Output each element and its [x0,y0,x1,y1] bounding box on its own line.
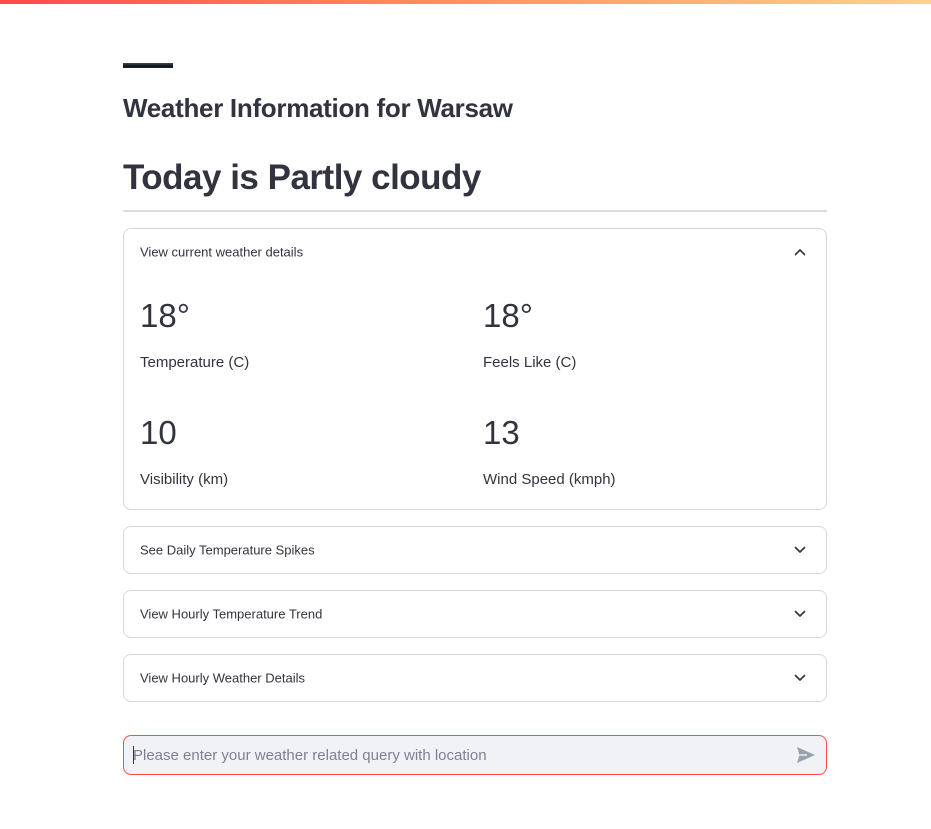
expander-header[interactable]: See Daily Temperature Spikes [124,527,826,573]
metric-value: 18° [483,297,533,334]
metric-label: Visibility (km) [140,471,229,488]
chevron-down-icon[interactable] [794,674,806,682]
metric-visibility: 10 Visibility (km) [140,416,228,488]
metric-label: Feels Like (C) [483,354,577,371]
expander-current-weather: View current weather details 18° Tempera… [123,228,827,510]
chat-input-container [123,735,827,775]
expander-hourly-weather-details[interactable]: View Hourly Weather Details [123,654,827,702]
page-subtitle: Weather Information for Warsaw [123,93,513,123]
send-button[interactable] [795,745,817,765]
expander-header[interactable]: View current weather details [124,229,826,275]
chevron-up-icon[interactable] [794,248,806,256]
logo-image [123,63,173,68]
metric-value: 10 [140,414,177,451]
page-title: Today is Partly cloudy [123,158,481,197]
metric-label: Wind Speed (kmph) [483,471,616,488]
metric-feels-like: 18° Feels Like (C) [483,299,576,371]
chevron-down-icon[interactable] [794,610,806,618]
top-accent-bar [0,0,931,4]
expander-label: See Daily Temperature Spikes [140,542,315,558]
title-divider [123,210,827,212]
expander-daily-temperature-spikes[interactable]: See Daily Temperature Spikes [123,526,827,574]
metric-wind-speed: 13 Wind Speed (kmph) [483,416,616,488]
metric-value: 13 [483,414,520,451]
expander-header[interactable]: View Hourly Temperature Trend [124,591,826,637]
metric-label: Temperature (C) [140,354,250,371]
expander-label: View Hourly Temperature Trend [140,606,323,622]
metric-temperature: 18° Temperature (C) [140,299,249,371]
chevron-down-icon[interactable] [794,546,806,554]
metric-value: 18° [140,297,190,334]
text-cursor [133,746,134,764]
expander-label: View Hourly Weather Details [140,670,305,686]
expander-label: View current weather details [140,244,304,260]
send-icon [797,747,815,763]
expander-header[interactable]: View Hourly Weather Details [124,655,826,701]
chat-input[interactable] [133,736,783,774]
expander-hourly-temperature-trend[interactable]: View Hourly Temperature Trend [123,590,827,638]
